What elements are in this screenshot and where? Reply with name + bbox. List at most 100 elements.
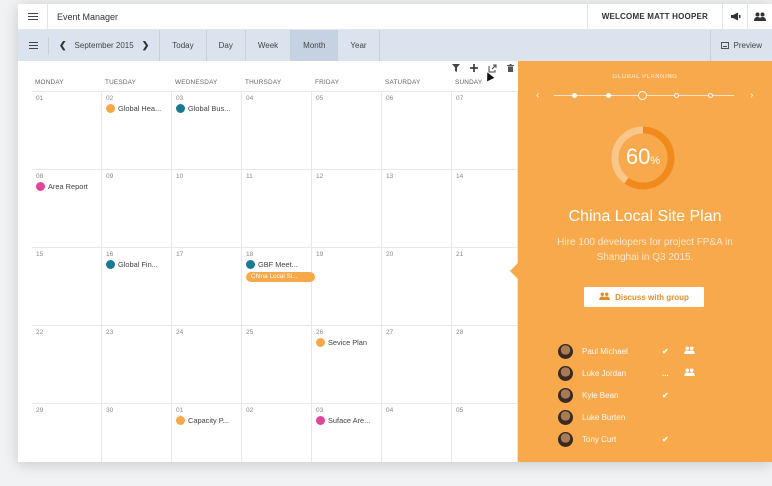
day-cell[interactable]: 20: [382, 248, 452, 325]
day-cell[interactable]: 10: [172, 170, 242, 247]
add-icon[interactable]: [470, 64, 478, 74]
stepper-step[interactable]: [606, 93, 611, 98]
day-cell[interactable]: 23: [102, 326, 172, 403]
day-cell[interactable]: 14: [452, 170, 518, 247]
day-cell[interactable]: 18 GBF Meet... China Local Si...: [242, 248, 315, 325]
day-number: 08: [36, 173, 44, 180]
stepper-step[interactable]: [708, 93, 713, 98]
list-view-icon[interactable]: [18, 30, 48, 61]
day-header: FRIDAY: [315, 79, 340, 86]
view-week[interactable]: Week: [244, 30, 290, 61]
event-color-dot: [246, 260, 255, 269]
day-number: 05: [456, 407, 464, 414]
day-cell[interactable]: 04: [382, 404, 452, 462]
calendar-event[interactable]: Sevice Plan: [316, 338, 377, 347]
calendar-event[interactable]: Global Hea...: [106, 104, 167, 113]
welcome-user[interactable]: WELCOME MATT HOOPER: [586, 4, 722, 30]
day-header: THURSDAY: [245, 79, 282, 86]
day-cell[interactable]: 05: [452, 404, 518, 462]
discuss-with-group-button[interactable]: Discuss with group: [584, 287, 704, 307]
day-cell[interactable]: 11: [242, 170, 312, 247]
attendee-row[interactable]: Kyle Bean ✔: [558, 384, 758, 406]
calendar-event[interactable]: GBF Meet...: [246, 260, 307, 269]
attendee-status: ...: [662, 368, 669, 378]
view-year[interactable]: Year: [337, 30, 378, 61]
calendar-event[interactable]: Capacity P...: [176, 416, 237, 425]
day-number: 16: [106, 251, 114, 258]
view-today[interactable]: Today: [159, 30, 205, 61]
megaphone-icon[interactable]: [722, 4, 747, 30]
stepper-step-current[interactable]: [638, 91, 647, 100]
calendar-event[interactable]: Area Report: [36, 182, 97, 191]
attendee-row[interactable]: Paul Michael ✔: [558, 340, 758, 362]
day-cell[interactable]: 09: [102, 170, 172, 247]
menu-icon[interactable]: [18, 4, 48, 30]
group-icon: [599, 292, 610, 302]
avatar: [558, 365, 573, 381]
day-cell[interactable]: 17: [172, 248, 242, 325]
day-number: 10: [176, 173, 184, 180]
calendar-event[interactable]: Global Fin...: [106, 260, 167, 269]
view-day[interactable]: Day: [205, 30, 245, 61]
view-month[interactable]: Month: [290, 30, 338, 61]
attendee-row[interactable]: Tony Curt ✔: [558, 428, 758, 450]
group-icon: [684, 368, 704, 378]
discuss-label: Discuss with group: [615, 292, 689, 302]
event-description: Hire 100 developers for project FP&A in …: [557, 237, 733, 263]
selected-event-bar[interactable]: China Local Si...: [246, 272, 315, 282]
day-cell[interactable]: 15: [32, 248, 102, 325]
day-cell[interactable]: 02 Global Hea...: [102, 92, 172, 169]
day-cell[interactable]: 02: [242, 404, 312, 462]
day-cell[interactable]: 08 Area Report: [32, 170, 102, 247]
day-number: 20: [386, 251, 394, 258]
day-cell[interactable]: 07: [452, 92, 518, 169]
attendee-row[interactable]: Luke Jordan...: [558, 362, 758, 384]
day-cell[interactable]: 29: [32, 404, 102, 462]
day-cell[interactable]: 26 Sevice Plan: [312, 326, 382, 403]
day-cell[interactable]: 04: [242, 92, 312, 169]
current-month: September 2015: [74, 41, 134, 50]
day-cell[interactable]: 19: [312, 248, 382, 325]
day-number: 13: [386, 173, 394, 180]
day-cell[interactable]: 01 Capacity P...: [172, 404, 242, 462]
day-cell[interactable]: 16 Global Fin...: [102, 248, 172, 325]
day-cell[interactable]: 25: [242, 326, 312, 403]
preview-button[interactable]: Preview: [709, 30, 772, 61]
stepper-step[interactable]: [572, 93, 577, 98]
day-number: 03: [176, 95, 184, 102]
day-cell[interactable]: 03 Suface Are...: [312, 404, 382, 462]
calendar-grid: 01 02 Global Hea... 03 Global Bus... 04 05 06 07…: [32, 91, 518, 462]
stepper-next-icon[interactable]: ›: [750, 90, 753, 101]
day-header: SUNDAY: [455, 79, 483, 86]
day-cell[interactable]: 22: [32, 326, 102, 403]
day-cell[interactable]: 30: [102, 404, 172, 462]
day-cell[interactable]: 13: [382, 170, 452, 247]
day-number: 01: [36, 95, 44, 102]
calendar-event[interactable]: Global Bus...: [176, 104, 237, 113]
preview-icon: [720, 42, 729, 49]
day-cell[interactable]: 27: [382, 326, 452, 403]
group-icon[interactable]: [747, 4, 772, 30]
event-label: Global Hea...: [118, 104, 162, 113]
attendee-row[interactable]: Luke Burten: [558, 406, 758, 428]
day-cell[interactable]: 24: [172, 326, 242, 403]
day-cell[interactable]: 06: [382, 92, 452, 169]
day-cell[interactable]: 28: [452, 326, 518, 403]
prev-month-icon[interactable]: ❮: [59, 40, 67, 51]
day-cell[interactable]: 21: [452, 248, 518, 325]
day-cell[interactable]: 01: [32, 92, 102, 169]
event-label: Area Report: [48, 182, 88, 191]
day-cell[interactable]: 03 Global Bus...: [172, 92, 242, 169]
filter-icon[interactable]: [452, 64, 460, 74]
stepper-prev-icon[interactable]: ‹: [536, 90, 539, 101]
preview-label: Preview: [733, 41, 762, 50]
stepper-step[interactable]: [674, 93, 679, 98]
day-number: 30: [106, 407, 114, 414]
day-cell[interactable]: 12: [312, 170, 382, 247]
next-month-icon[interactable]: ❯: [142, 40, 150, 51]
month-calendar: MONDAY TUESDAY WEDNESDAY THURSDAY FRIDAY SATU…: [18, 61, 518, 462]
delete-icon[interactable]: [507, 64, 514, 74]
day-cell[interactable]: 05: [312, 92, 382, 169]
calendar-event[interactable]: Suface Are...: [316, 416, 377, 425]
top-bar: Event Manager WELCOME MATT HOOPER: [18, 4, 772, 30]
